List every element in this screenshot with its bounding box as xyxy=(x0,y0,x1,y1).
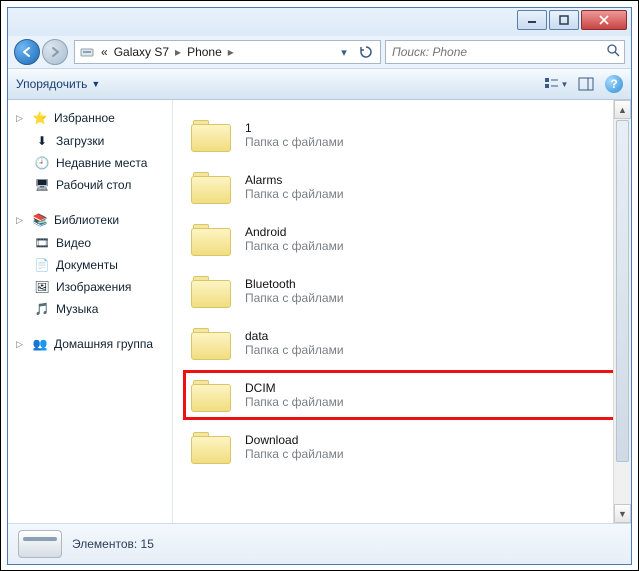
minimize-button[interactable] xyxy=(517,10,547,30)
folder-name: 1 xyxy=(245,121,344,135)
organize-label: Упорядочить xyxy=(16,77,87,91)
folder-item[interactable]: DownloadПапка с файлами xyxy=(183,422,621,472)
collapse-icon: ▷ xyxy=(16,339,26,350)
breadcrumb-prefix: « xyxy=(101,45,108,59)
folder-name: data xyxy=(245,329,344,343)
folder-type-label: Папка с файлами xyxy=(245,395,344,409)
sidebar-item[interactable]: 📄 Документы xyxy=(8,254,172,276)
folder-type-label: Папка с файлами xyxy=(245,239,344,253)
chevron-right-icon: ▸ xyxy=(175,45,181,59)
collapse-icon: ▷ xyxy=(16,215,26,226)
help-button[interactable]: ? xyxy=(605,75,623,93)
documents-icon: 📄 xyxy=(34,257,50,273)
refresh-button[interactable] xyxy=(356,42,376,62)
sidebar-item[interactable]: 🖼 Изображения xyxy=(8,276,172,298)
recent-icon: 🕘 xyxy=(34,155,50,171)
explorer-window: « Galaxy S7 ▸ Phone ▸ ▾ xyxy=(7,7,632,565)
folder-item[interactable]: 1Папка с файлами xyxy=(183,110,621,160)
folder-icon xyxy=(191,430,231,464)
forward-button[interactable] xyxy=(42,39,68,65)
scroll-down-button[interactable]: ▼ xyxy=(614,504,631,523)
folder-name: Bluetooth xyxy=(245,277,344,291)
status-bar: Элементов: 15 xyxy=(8,523,631,564)
music-icon: 🎵 xyxy=(34,301,50,317)
sidebar-group-homegroup[interactable]: ▷ 👥 Домашняя группа xyxy=(8,332,172,356)
folder-type-label: Папка с файлами xyxy=(245,187,344,201)
libraries-icon: 📚 xyxy=(32,212,48,228)
search-input[interactable] xyxy=(390,44,603,60)
video-icon: 🎞 xyxy=(34,235,50,251)
maximize-button[interactable] xyxy=(549,10,579,30)
folder-icon xyxy=(191,170,231,204)
scroll-thumb[interactable] xyxy=(616,120,629,462)
breadcrumb-item[interactable]: Galaxy S7 xyxy=(114,45,169,59)
organize-menu[interactable]: Упорядочить ▼ xyxy=(16,77,100,91)
folder-type-label: Папка с файлами xyxy=(245,343,344,357)
titlebar xyxy=(8,8,631,36)
search-box[interactable] xyxy=(385,40,625,64)
scroll-up-button[interactable]: ▲ xyxy=(614,100,631,119)
preview-pane-button[interactable] xyxy=(573,73,599,95)
sidebar-group-libraries[interactable]: ▷ 📚 Библиотеки xyxy=(8,208,172,232)
content-pane: 1Папка с файламиAlarmsПапка с файламиAnd… xyxy=(173,100,631,523)
folder-name: DCIM xyxy=(245,381,344,395)
address-bar[interactable]: « Galaxy S7 ▸ Phone ▸ ▾ xyxy=(74,40,381,64)
folder-icon xyxy=(191,222,231,256)
folder-item[interactable]: DCIMПапка с файлами xyxy=(183,370,621,420)
sidebar-item-label: Рабочий стол xyxy=(56,178,131,192)
homegroup-icon: 👥 xyxy=(32,336,48,352)
folder-name: Download xyxy=(245,433,344,447)
status-label: Элементов: 15 xyxy=(72,537,154,551)
sidebar-group-label: Домашняя группа xyxy=(54,337,153,351)
close-button[interactable] xyxy=(581,10,627,30)
scrollbar[interactable]: ▲ ▼ xyxy=(613,100,631,523)
drive-small-icon xyxy=(79,44,95,60)
desktop-icon: 🖥 xyxy=(34,177,50,193)
folder-icon xyxy=(191,378,231,412)
sidebar-item[interactable]: 🖥 Рабочий стол xyxy=(8,174,172,196)
pictures-icon: 🖼 xyxy=(34,279,50,295)
sidebar-item-label: Недавние места xyxy=(56,156,147,170)
folder-name: Android xyxy=(245,225,344,239)
drive-icon xyxy=(18,530,62,558)
sidebar-group-label: Избранное xyxy=(54,111,115,125)
sidebar-item[interactable]: ⬇ Загрузки xyxy=(8,130,172,152)
view-options-button[interactable]: ▼ xyxy=(543,73,569,95)
folder-name: Alarms xyxy=(245,173,344,187)
sidebar-group-favorites[interactable]: ▷ ⭐ Избранное xyxy=(8,106,172,130)
folder-item[interactable]: BluetoothПапка с файлами xyxy=(183,266,621,316)
chevron-right-icon: ▸ xyxy=(228,45,234,59)
nav-buttons xyxy=(14,38,70,66)
folder-item[interactable]: dataПапка с файлами xyxy=(183,318,621,368)
chevron-down-icon: ▼ xyxy=(91,79,100,89)
sidebar-item-label: Видео xyxy=(56,236,91,250)
sidebar-item-label: Загрузки xyxy=(56,134,104,148)
breadcrumb-item[interactable]: Phone xyxy=(187,45,222,59)
sidebar-item[interactable]: 🕘 Недавние места xyxy=(8,152,172,174)
sidebar-group-label: Библиотеки xyxy=(54,213,119,227)
downloads-icon: ⬇ xyxy=(34,133,50,149)
sidebar-item-label: Музыка xyxy=(56,302,98,316)
sidebar-item-label: Документы xyxy=(56,258,118,272)
search-icon xyxy=(607,44,620,60)
sidebar: ▷ ⭐ Избранное ⬇ Загрузки 🕘 Недавние места 🖥 Р… xyxy=(8,100,173,523)
toolbar: Упорядочить ▼ ▼ ? xyxy=(8,68,631,100)
sidebar-item-label: Изображения xyxy=(56,280,131,294)
back-button[interactable] xyxy=(14,39,40,65)
folder-icon xyxy=(191,274,231,308)
folder-item[interactable]: AlarmsПапка с файлами xyxy=(183,162,621,212)
address-dropdown-button[interactable]: ▾ xyxy=(334,42,354,62)
folder-type-label: Папка с файлами xyxy=(245,291,344,305)
folder-icon xyxy=(191,118,231,152)
folder-item[interactable]: AndroidПапка с файлами xyxy=(183,214,621,264)
star-icon: ⭐ xyxy=(32,110,48,126)
nav-row: « Galaxy S7 ▸ Phone ▸ ▾ xyxy=(8,36,631,68)
sidebar-item[interactable]: 🎵 Музыка xyxy=(8,298,172,320)
folder-type-label: Папка с файлами xyxy=(245,135,344,149)
folder-type-label: Папка с файлами xyxy=(245,447,344,461)
collapse-icon: ▷ xyxy=(16,113,26,124)
sidebar-item[interactable]: 🎞 Видео xyxy=(8,232,172,254)
folder-icon xyxy=(191,326,231,360)
